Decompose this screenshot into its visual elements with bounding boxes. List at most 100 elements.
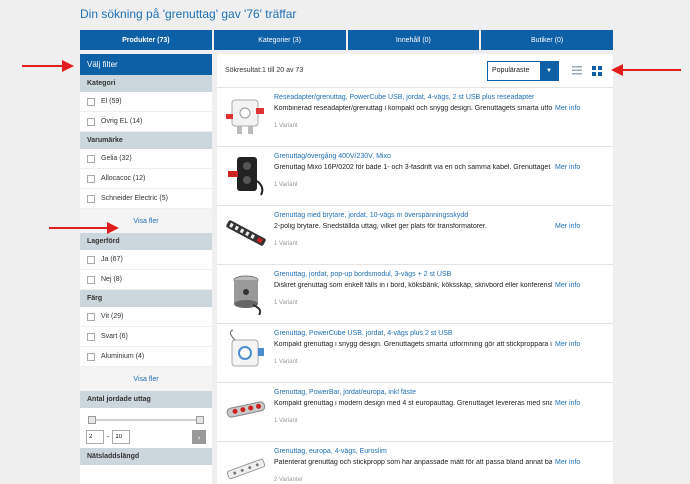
annotation-arrow-right-icon [49,222,119,234]
more-info-link[interactable]: Mer info [555,400,580,407]
tab-butiker[interactable]: Butiker (0) [481,30,613,50]
result-count: Sökresultat:1 till 20 av 73 [225,67,304,74]
filter-section-natsladd[interactable]: Nätsladdslängd [80,448,212,465]
grid-view-icon[interactable] [589,62,605,80]
range-slider[interactable] [88,416,204,424]
checkbox[interactable] [87,255,95,264]
product-variant-count: 2 Varianter [274,477,303,483]
filter-option-el[interactable]: El (59) [80,92,212,112]
more-info-link[interactable]: Mer info [555,223,580,230]
filter-option-label: Allocacoc (12) [101,175,146,182]
product-description: Diskret grenuttag som enkelt fälls in i … [274,282,552,289]
list-view-icon[interactable] [569,62,585,80]
filter-option-ja[interactable]: Ja (67) [80,250,212,270]
more-info-link[interactable]: Mer info [555,164,580,171]
filter-section-kategori[interactable]: Kategori [80,75,212,92]
more-info-link[interactable]: Mer info [555,459,580,466]
product-row: Grenuttag, jordat, pop-up bordsmodul, 3-… [217,265,613,324]
power-strip-10-image[interactable] [223,210,269,256]
annotation-arrow-left-icon [611,64,681,76]
product-variant-count: 1 Variant [274,359,298,365]
filter-option-vit[interactable]: Vit (29) [80,307,212,327]
results-panel: Sökresultat:1 till 20 av 73 Populäraste … [217,54,613,484]
filter-option-label: El (59) [101,98,122,105]
product-description: Kompakt grenuttag i snygg design. Grenut… [274,341,552,348]
filter-option-label: Schneider Electric (5) [101,195,168,202]
filter-option-schneider[interactable]: Schneider Electric (5) [80,189,212,209]
more-info-link[interactable]: Mer info [555,105,580,112]
product-variant-count: 1 Variant [274,182,298,188]
filter-option-label: Nej (8) [101,276,123,283]
filter-option-svart[interactable]: Svart (6) [80,327,212,347]
filter-heading: Välj filter [80,54,212,75]
filter-option-aluminium[interactable]: Aluminium (4) [80,347,212,367]
slider-handle-min[interactable] [88,416,96,424]
product-row: Grenuttag, PowerBar, jordat/europa, inkl… [217,383,613,442]
more-info-link[interactable]: Mer info [555,341,580,348]
filter-option-label: Aluminium (4) [101,353,145,360]
product-variant-count: 1 Variant [274,300,298,306]
filter-option-label: Ja (67) [101,256,123,263]
product-description: Kompakt grenuttag i modern design med 4 … [274,400,552,407]
range-apply-button[interactable]: › [192,430,206,444]
filter-section-varumarke[interactable]: Varumärke [80,132,212,149]
page-heading: Din sökning på 'grenuttag' gav '76' träf… [80,7,297,21]
filter-option-allocacoc[interactable]: Allocacoc (12) [80,169,212,189]
product-title[interactable]: Grenuttag, PowerBar, jordat/europa, inkl… [274,389,416,396]
checkbox[interactable] [87,97,95,106]
more-info-link[interactable]: Mer info [555,282,580,289]
sort-label: Populäraste [488,61,540,80]
checkbox[interactable] [87,352,95,361]
range-min-input[interactable] [86,430,104,444]
checkbox[interactable] [87,312,95,321]
product-row: Reseadapter/grenuttag, PowerCube USB, jo… [217,88,613,147]
powercube-travel-image[interactable] [223,92,269,138]
checkbox[interactable] [87,154,95,163]
filter-section-lagerford[interactable]: Lagerförd [80,233,212,250]
annotation-arrow-right-icon [22,60,74,72]
euroslim-image[interactable] [223,446,269,484]
product-title[interactable]: Grenuttag med brytare, jordat, 10-vägs m… [274,212,468,219]
checkbox[interactable] [87,275,95,284]
range-separator: - [107,433,110,441]
checkbox[interactable] [87,174,95,183]
chevron-down-icon[interactable]: ▼ [540,61,558,80]
checkbox[interactable] [87,332,95,341]
slider-handle-max[interactable] [196,416,204,424]
slider-track [88,419,204,421]
product-variant-count: 1 Variant [274,123,298,129]
filter-sidebar: Välj filter Kategori El (59) Övrig EL (1… [80,54,212,484]
product-row: Grenuttag, PowerCube USB, jordat, 4-vägs… [217,324,613,383]
product-title[interactable]: Grenuttag, europa, 4-vägs, Euroslim [274,448,387,455]
product-title[interactable]: Grenuttag, PowerCube USB, jordat, 4-vägs… [274,330,453,337]
sort-dropdown[interactable]: Populäraste ▼ [487,60,559,81]
product-variant-count: 1 Variant [274,418,298,424]
filter-section-antal-uttag[interactable]: Antal jordade uttag [80,391,212,408]
popup-module-image[interactable] [223,269,269,316]
range-filter: - › [80,408,212,448]
powerbar-image[interactable] [223,387,269,433]
range-max-input[interactable] [112,430,131,444]
product-title[interactable]: Grenuttag/övergång 400V/230V, Mixo [274,153,391,160]
filter-option-label: Svart (6) [101,333,128,340]
tab-produkter[interactable]: Produkter (73) [80,30,212,50]
filter-section-farg[interactable]: Färg [80,290,212,307]
filter-option-ovrig-el[interactable]: Övrig EL (14) [80,112,212,132]
product-description: Patenterat grenuttag och stickpropp som … [274,459,552,466]
filter-option-label: Vit (29) [101,313,124,320]
product-description: 2-polig brytare. Snedställda uttag, vilk… [274,223,487,230]
powercube-image[interactable] [223,328,269,374]
product-title[interactable]: Grenuttag, jordat, pop-up bordsmodul, 3-… [274,271,451,278]
filter-option-gelia[interactable]: Gelia (32) [80,149,212,169]
filter-option-nej[interactable]: Nej (8) [80,270,212,290]
mixo-outlet-image[interactable] [223,151,269,197]
tab-innehall[interactable]: Innehåll (0) [347,30,480,50]
show-more-link[interactable]: Visa fler [80,367,212,391]
product-title[interactable]: Reseadapter/grenuttag, PowerCube USB, jo… [274,94,534,101]
filter-option-label: Övrig EL (14) [101,118,143,125]
filter-option-label: Gelia (32) [101,155,132,162]
checkbox[interactable] [87,194,95,203]
product-description: Kombinerad reseadapter/grenuttag i kompa… [274,105,552,112]
tab-kategorier[interactable]: Kategorier (3) [213,30,346,50]
checkbox[interactable] [87,117,95,126]
